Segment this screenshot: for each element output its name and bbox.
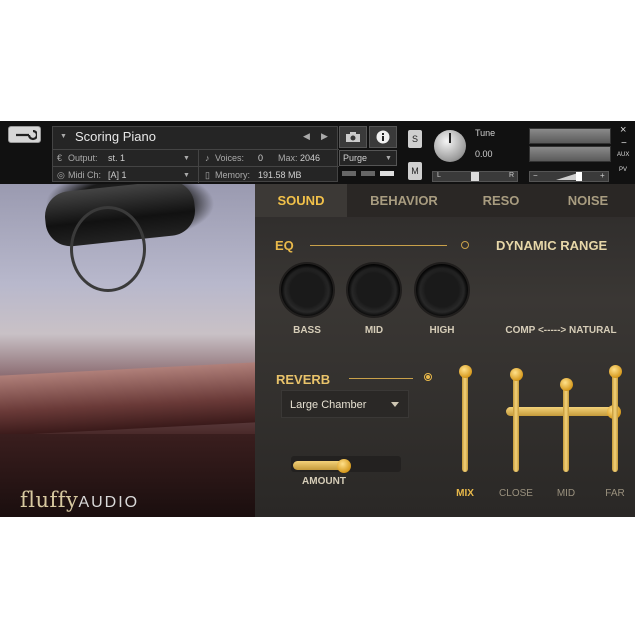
mute-button[interactable]: M xyxy=(408,162,422,180)
instrument-window: ▼ Scoring Piano ◀ ▶ € Output: st. 1 ▼ ♪ … xyxy=(0,121,635,517)
brand-sub: AUDIO xyxy=(78,494,140,511)
volume-handle[interactable] xyxy=(576,172,582,181)
dynamic-range-title: DYNAMIC RANGE xyxy=(496,238,608,253)
chevron-down-icon xyxy=(391,402,399,407)
tab-noise[interactable]: NOISE xyxy=(541,184,635,217)
fader-far-label: FAR xyxy=(605,488,625,499)
reverb-amount-thumb[interactable] xyxy=(337,459,351,473)
fader-mix-label: MIX xyxy=(456,488,474,499)
dynamic-range-fill xyxy=(506,407,614,416)
memory-value: 191.58 MB xyxy=(258,170,302,180)
brand-logo: fluffyAUDIO xyxy=(20,488,139,512)
wrench-icon xyxy=(16,130,37,141)
level-meter-left xyxy=(529,128,611,144)
level-segment-1 xyxy=(342,171,356,176)
shock-mount-image xyxy=(70,206,146,292)
midi-dropdown-icon[interactable]: ▼ xyxy=(183,172,190,179)
fader-far-track[interactable] xyxy=(612,371,618,472)
eq-mid-label: MID xyxy=(364,325,384,336)
info-icon xyxy=(376,130,390,144)
close-button[interactable]: × xyxy=(620,124,626,136)
level-segment-2 xyxy=(361,171,375,176)
fader-mid-thumb[interactable] xyxy=(560,378,573,391)
fader-far-thumb[interactable] xyxy=(609,365,622,378)
eq-divider xyxy=(310,245,447,246)
prev-instrument-icon[interactable]: ◀ xyxy=(303,131,310,142)
fader-mix-track[interactable] xyxy=(462,371,468,472)
tune-knob[interactable] xyxy=(434,130,466,162)
memory-icon: ▯ xyxy=(205,170,210,180)
fader-close-track[interactable] xyxy=(513,374,519,472)
purge-label: Purge xyxy=(343,153,368,163)
max-voices-value[interactable]: 2046 xyxy=(300,153,320,163)
solo-button[interactable]: S xyxy=(408,130,422,148)
reverb-divider xyxy=(349,378,413,379)
memory-label: Memory: xyxy=(215,170,251,180)
purge-dropdown-icon: ▼ xyxy=(385,155,392,162)
fader-close-thumb[interactable] xyxy=(510,368,523,381)
fader-mid-track[interactable] xyxy=(563,384,569,472)
fader-mix-thumb[interactable] xyxy=(459,365,472,378)
control-panel: SOUND BEHAVIOR RESO NOISE EQ BASS MID HI… xyxy=(255,184,635,517)
eq-bypass-toggle[interactable] xyxy=(461,241,469,249)
voices-value: 0 xyxy=(258,153,264,163)
eq-bass-knob[interactable] xyxy=(281,264,333,316)
instrument-info-panel: ▼ Scoring Piano ◀ ▶ € Output: st. 1 ▼ ♪ … xyxy=(52,126,339,183)
output-icon: € xyxy=(57,153,63,163)
instrument-header: ▼ Scoring Piano ◀ ▶ € Output: st. 1 ▼ ♪ … xyxy=(0,121,635,184)
voices-label: Voices: xyxy=(215,153,245,163)
pan-handle[interactable] xyxy=(471,172,479,181)
tune-label: Tune xyxy=(475,128,496,138)
snapshot-button[interactable] xyxy=(339,126,367,148)
brand-name: fluffy xyxy=(20,488,79,512)
aux-button[interactable]: AUX xyxy=(617,152,629,158)
eq-bass-label: BASS xyxy=(293,325,321,336)
output-dropdown-icon[interactable]: ▼ xyxy=(183,155,190,162)
max-voices-label: Max: xyxy=(278,153,298,163)
volume-plus-label: + xyxy=(600,171,605,180)
pv-button[interactable]: PV xyxy=(619,167,627,173)
voices-icon: ♪ xyxy=(205,153,210,163)
collapse-arrow-icon[interactable]: ▼ xyxy=(60,133,67,140)
eq-high-label: HIGH xyxy=(429,325,455,336)
minimize-button[interactable]: − xyxy=(621,138,627,149)
level-segment-3 xyxy=(380,171,394,176)
level-meter-right xyxy=(529,146,611,162)
reverb-toggle[interactable] xyxy=(424,373,432,381)
eq-high-knob[interactable] xyxy=(416,264,468,316)
volume-minus-label: − xyxy=(533,171,538,180)
reverb-type-value: Large Chamber xyxy=(290,399,367,411)
tab-reso[interactable]: RESO xyxy=(461,184,541,217)
midi-label: Midi Ch: xyxy=(68,170,102,180)
dynamic-range-label: COMP <-----> NATURAL xyxy=(505,325,617,336)
eq-title: EQ xyxy=(275,238,294,253)
wrench-button[interactable] xyxy=(8,126,41,143)
output-value[interactable]: st. 1 xyxy=(108,153,125,163)
tune-value: 0.00 xyxy=(475,149,493,159)
eq-mid-knob[interactable] xyxy=(348,264,400,316)
volume-ramp xyxy=(556,173,578,180)
piano-photo: fluffyAUDIO xyxy=(0,184,255,517)
midi-icon: ◎ xyxy=(57,170,65,180)
pan-right-label: R xyxy=(509,172,515,179)
reverb-type-select[interactable]: Large Chamber xyxy=(281,390,409,418)
volume-slider[interactable]: − + xyxy=(529,171,609,182)
tab-behavior[interactable]: BEHAVIOR xyxy=(347,184,461,217)
purge-dropdown[interactable]: Purge ▼ xyxy=(339,150,397,166)
piano-rim-image xyxy=(0,362,255,436)
fader-mid-label: MID xyxy=(556,488,576,499)
camera-icon xyxy=(346,132,360,142)
reverb-amount-label: AMOUNT xyxy=(302,476,346,487)
reverb-title: REVERB xyxy=(276,372,331,387)
info-button[interactable] xyxy=(369,126,397,148)
midi-value[interactable]: [A] 1 xyxy=(108,170,127,180)
instrument-title[interactable]: Scoring Piano xyxy=(75,129,156,144)
tab-sound[interactable]: SOUND xyxy=(255,184,347,217)
output-label: Output: xyxy=(68,153,98,163)
pan-slider[interactable]: L R xyxy=(432,171,518,182)
next-instrument-icon[interactable]: ▶ xyxy=(321,131,328,142)
pan-left-label: L xyxy=(437,172,441,179)
fader-close-label: CLOSE xyxy=(499,488,533,499)
